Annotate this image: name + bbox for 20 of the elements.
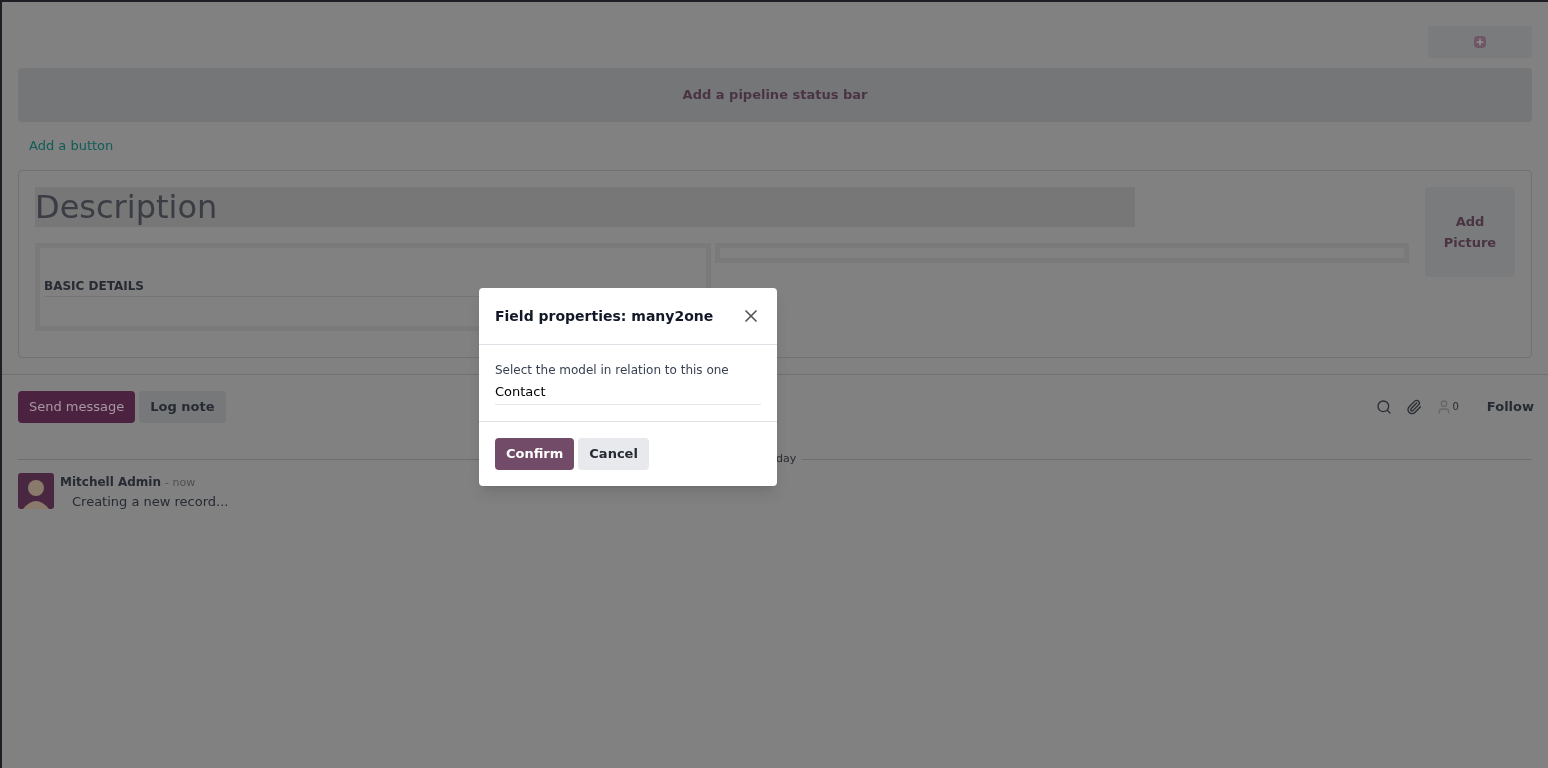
model-input-field[interactable]: Contact xyxy=(495,382,761,405)
followers-button[interactable]: 0 xyxy=(1436,399,1459,415)
follow-button[interactable]: Follow xyxy=(1486,397,1534,417)
message-body: Creating a new record... xyxy=(72,492,229,511)
cancel-button[interactable]: Cancel xyxy=(578,437,649,470)
author-name: Mitchell Admin xyxy=(60,474,162,491)
add-button-link[interactable]: Add a button xyxy=(29,136,114,156)
paperclip-icon[interactable] xyxy=(1406,399,1423,415)
date-separator: day xyxy=(775,450,798,467)
avatar xyxy=(18,473,54,509)
dialog-title: Field properties: many2one xyxy=(495,306,714,326)
log-note-button[interactable]: Log note xyxy=(139,391,226,423)
title-field[interactable]: Description xyxy=(35,187,1135,227)
field-label: Select the model in relation to this one xyxy=(495,362,730,379)
add-picture-button[interactable]: Add Picture xyxy=(1425,187,1515,277)
plus-icon xyxy=(1474,36,1486,48)
search-icon[interactable] xyxy=(1376,399,1393,415)
send-message-button[interactable]: Send message xyxy=(18,391,136,423)
status-bar-placeholder[interactable]: Add a pipeline status bar xyxy=(18,68,1532,122)
confirm-button[interactable]: Confirm xyxy=(495,437,575,470)
